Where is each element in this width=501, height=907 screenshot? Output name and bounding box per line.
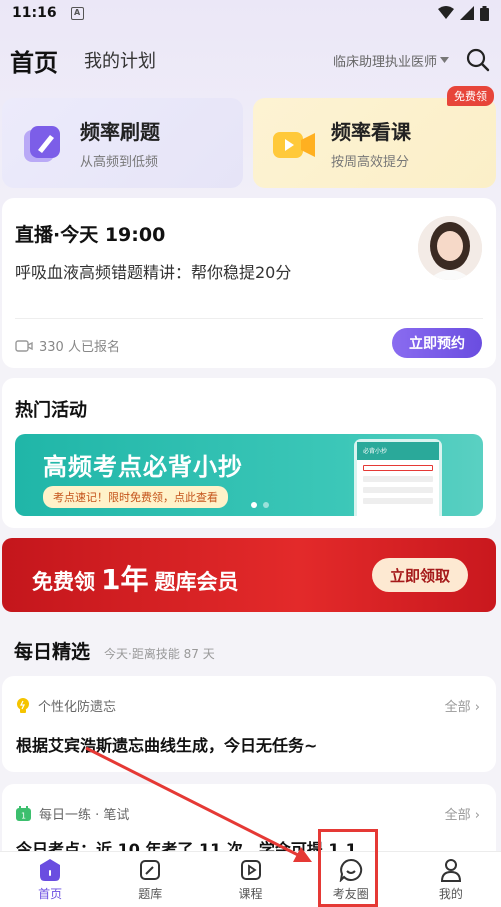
play-icon [239, 858, 263, 882]
daily-picks-title: 每日精选 [14, 641, 91, 663]
frequency-course-title: 频率看课 [331, 120, 411, 144]
signal-icon [460, 6, 474, 20]
status-right [438, 5, 489, 21]
nav-question-bank-label: 题库 [138, 886, 163, 901]
nav-home[interactable]: 首页 [0, 852, 100, 907]
frequency-course-subtitle: 按周高效提分 [331, 155, 410, 170]
carousel-dot-2[interactable] [263, 502, 269, 508]
carousel-dots [251, 502, 269, 508]
tab-my-plan[interactable]: 我的计划 [84, 47, 156, 73]
book-line [363, 487, 433, 493]
anti-forgetting-label-text: 个性化防遗忘 [38, 700, 117, 715]
live-session-card[interactable]: 直播·今天 19:00 呼吸血液高频错题精讲：帮你稳提20分 330 人已报名 … [2, 198, 496, 368]
frequency-practice-title: 频率刷题 [80, 120, 160, 144]
promo-part2: 题库会员 [154, 570, 239, 594]
nav-community-label: 考友圈 [332, 886, 369, 901]
svg-text:1: 1 [21, 812, 26, 821]
book-line [363, 465, 433, 471]
caret-down-icon [440, 57, 449, 63]
question-bank-icon [138, 858, 162, 882]
nav-profile-label: 我的 [438, 886, 463, 901]
search-button[interactable] [465, 47, 491, 73]
hot-activities-title: 热门活动 [15, 400, 87, 421]
teacher-portrait-image [418, 216, 482, 280]
claim-now-button[interactable]: 立即领取 [372, 558, 468, 592]
nav-courses[interactable]: 课程 [200, 852, 300, 907]
daily-picks-subtitle: 今天·距离技能 87 天 [104, 647, 215, 661]
hot-activities-card: 热门活动 高频考点必背小抄 考点速记！限时免费领，点此查看 必背小抄 [2, 378, 496, 528]
top-header: 首页 我的计划 临床助理执业医师 [0, 38, 501, 82]
exam-type-label: 临床助理执业医师 [332, 54, 437, 70]
user-icon [439, 858, 463, 882]
anti-forgetting-card[interactable]: 个性化防遗忘 全部 › 根据艾宾浩斯遗忘曲线生成，今日无任务~ [2, 676, 496, 772]
free-badge: 免费领 [447, 86, 494, 106]
battery-icon [480, 5, 489, 21]
book-line [363, 476, 433, 482]
nav-question-bank[interactable]: 题库 [100, 852, 200, 907]
nav-home-label: 首页 [38, 886, 63, 901]
live-description: 呼吸血液高频错题精讲：帮你稳提20分 [15, 263, 292, 282]
status-time: 11:16 [12, 5, 57, 21]
banner-pill: 考点速记！限时免费领，点此查看 [43, 486, 228, 508]
promo-part1: 免费领 [32, 570, 95, 594]
frequency-practice-card[interactable]: 频率刷题 从高频到低频 [2, 98, 243, 188]
enroll-count-text: 330 人已报名 [39, 340, 120, 355]
video-camera-icon [15, 339, 33, 352]
live-divider [15, 318, 483, 319]
anti-forgetting-all-link[interactable]: 全部 › [445, 696, 480, 715]
lightbulb-icon [17, 697, 29, 713]
wifi-icon [438, 6, 454, 19]
activity-banner[interactable]: 高频考点必背小抄 考点速记！限时免费领，点此查看 必背小抄 [15, 434, 483, 516]
notification-a-icon: A [70, 6, 84, 20]
video-icon [273, 132, 315, 158]
search-icon [466, 48, 490, 72]
nav-community[interactable]: 考友圈 [301, 852, 401, 907]
daily-picks-header: 每日精选 今天·距离技能 87 天 [14, 637, 215, 664]
carousel-dot-1[interactable] [251, 502, 257, 508]
book-line [363, 498, 433, 504]
bottom-navigation: 首页 题库 课程 考友圈 我的 [0, 851, 501, 907]
reserve-button[interactable]: 立即预约 [392, 328, 482, 358]
home-icon [38, 858, 62, 882]
membership-promo-banner[interactable]: 免费领 1年 题库会员 立即领取 [2, 538, 496, 612]
frequency-practice-text: 频率刷题 从高频到低频 [80, 116, 160, 170]
exam-type-selector[interactable]: 临床助理执业医师 [333, 51, 449, 70]
daily-practice-label: 1 每日一练 · 笔试 [16, 804, 129, 823]
banner-title: 高频考点必背小抄 [43, 453, 243, 481]
frequency-course-text: 频率看课 按周高效提分 [331, 116, 411, 170]
pencil-book-icon [24, 126, 60, 162]
cheat-sheet-book-image: 必背小抄 [357, 442, 439, 516]
teacher-avatar [418, 216, 482, 280]
status-bar: 11:16 A [0, 0, 501, 26]
daily-practice-all-link[interactable]: 全部 › [445, 804, 480, 823]
tab-home[interactable]: 首页 [10, 43, 58, 78]
live-title: 直播·今天 19:00 [15, 224, 166, 246]
promo-year: 1年 [101, 563, 149, 596]
nav-courses-label: 课程 [238, 886, 263, 901]
daily-practice-label-text: 每日一练 · 笔试 [39, 808, 130, 823]
anti-forgetting-label: 个性化防遗忘 [16, 696, 116, 715]
nav-profile[interactable]: 我的 [401, 852, 501, 907]
promo-text: 免费领 1年 题库会员 [32, 558, 238, 598]
anti-forgetting-text: 根据艾宾浩斯遗忘曲线生成，今日无任务~ [16, 736, 318, 755]
frequency-course-card[interactable]: 免费领 频率看课 按周高效提分 [253, 86, 496, 188]
book-title: 必背小抄 [357, 442, 439, 460]
frequency-practice-subtitle: 从高频到低频 [80, 155, 159, 170]
chat-icon [339, 858, 363, 882]
calendar-icon: 1 [16, 806, 31, 821]
enroll-count: 330 人已报名 [15, 336, 120, 355]
